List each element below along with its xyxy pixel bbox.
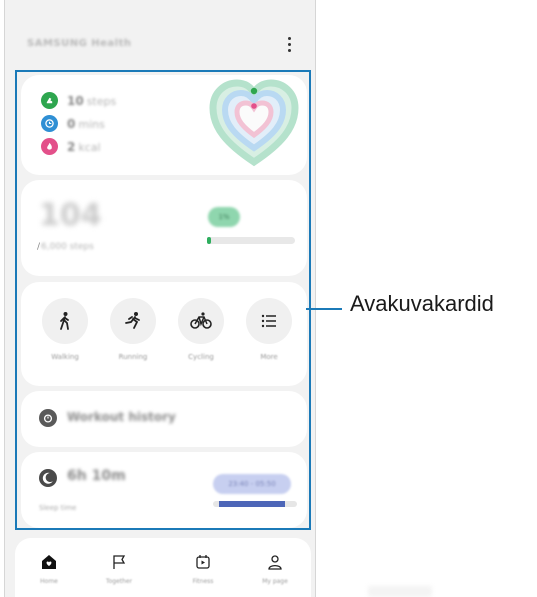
nav-fitness-label: Fitness [192,578,214,585]
workout-history-title: Workout history [67,410,176,424]
app-title: SAMSUNG Health [27,38,132,49]
running-icon [125,312,140,329]
more-activities-button[interactable]: More [245,298,293,363]
callout-label: Avakuvakardid [350,291,494,316]
sleep-label: Sleep time [39,504,77,512]
walking-label: Walking [51,353,79,361]
more-label: More [260,353,278,361]
sleep-card[interactable]: 6h 10m Sleep time 23:40 - 05:50 [21,452,307,528]
exercise-shortcuts-card: Walking Running Cycling More [21,282,307,386]
calories-unit: kcal [78,140,101,154]
screen: SAMSUNG Health 10 steps 0 mins 2kcal 104… [0,0,537,597]
active-time-unit: mins [78,117,105,131]
sleep-duration: 6h 10m [67,468,126,484]
flame-icon [41,138,58,155]
calories-value: 2 [67,139,76,154]
active-time-stat: 0 mins [41,115,105,132]
nav-my-page-label: My page [262,578,288,585]
running-label: Running [118,353,148,361]
more-options-icon[interactable] [281,32,297,56]
sleep-timeline-bar [213,501,297,507]
nav-fitness[interactable]: Fitness [183,554,223,586]
phone-screen: SAMSUNG Health 10 steps 0 mins 2kcal 104… [4,0,316,597]
stopwatch-icon [39,409,57,427]
bottom-decoration [368,586,432,597]
list-icon [261,314,276,328]
cycling-icon [190,312,212,329]
home-icon [42,555,56,569]
workout-history-card[interactable]: Workout history [21,391,307,447]
nav-together[interactable]: Together [99,554,139,586]
person-icon [268,555,282,570]
step-goal-prefix: / [37,242,41,252]
walking-button[interactable]: Walking [41,298,89,363]
nav-home[interactable]: Home [29,554,69,586]
daily-activity-card[interactable]: 10 steps 0 mins 2 kcal [21,75,307,175]
steps-stat: 10 steps [41,92,116,109]
activity-heart-icon [209,79,299,167]
steps-percent-badge: 1% [208,207,240,227]
moon-icon [39,469,57,487]
shoe-icon [41,92,58,109]
active-time-value: 0 [67,116,76,131]
sleep-segment [219,501,285,507]
step-goal: /6,000 steps [37,242,94,252]
app-bar: SAMSUNG Health [5,0,315,66]
steps-progress-fill [207,237,211,244]
steps-value: 10 [67,93,84,108]
running-button[interactable]: Running [109,298,157,363]
flag-icon [113,555,126,569]
nav-home-label: Home [40,578,58,585]
bottom-navigation: Home Together Fitness My page [15,538,311,597]
callout-line [306,308,342,310]
steps-card[interactable]: 104 /6,000 steps 1% [21,180,307,276]
steps-progress-bar [207,237,295,244]
walking-icon [60,312,69,330]
fitness-icon [196,555,210,569]
step-goal-value: 6,000 steps [41,242,94,252]
step-count: 104 [39,198,102,233]
cycling-label: Cycling [188,353,214,361]
nav-my-page[interactable]: My page [255,554,295,586]
cycling-button[interactable]: Cycling [177,298,225,363]
steps-unit: steps [86,94,117,108]
nav-together-label: Together [105,578,133,585]
clock-icon [41,115,58,132]
calories-stat: 2 kcal [41,138,101,155]
sleep-range: 23:40 - 05:50 [213,474,291,494]
